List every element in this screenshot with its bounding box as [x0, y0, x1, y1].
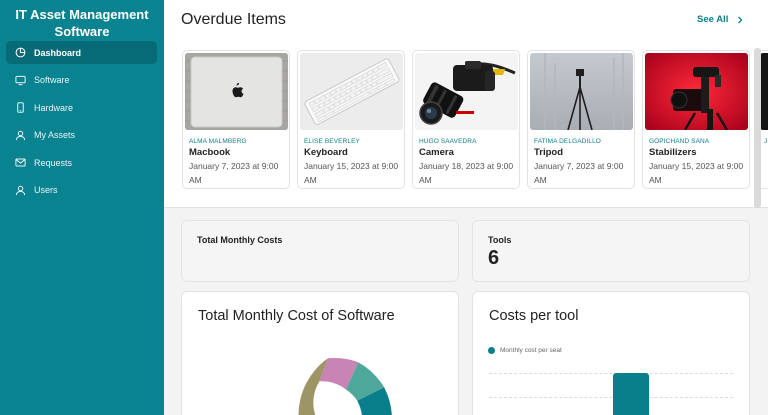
- sidebar-item-hardware[interactable]: Hardware: [6, 96, 157, 119]
- gridline: [489, 397, 733, 398]
- sidebar-item-label: My Assets: [34, 130, 76, 140]
- chevron-right-icon: [738, 16, 743, 23]
- card-date: January 7, 2023 at 9:00 AM: [189, 161, 279, 185]
- card-user: GOPICHAND SANA: [649, 138, 710, 145]
- stabilizer-image: [645, 53, 748, 130]
- tripod-image: [530, 53, 633, 130]
- card-item-name: Tripod: [534, 147, 564, 158]
- tools-panel: Tools 6: [472, 220, 750, 282]
- card-date: January 15, 2023 at 9:00 AM: [304, 161, 399, 185]
- legend-swatch: [488, 347, 495, 354]
- overdue-card[interactable]: FATIMA DELGADILLO Tripod January 7, 2023…: [527, 50, 635, 189]
- costs-per-tool-panel: Costs per tool Monthly cost per seat: [472, 291, 750, 415]
- overdue-items-title: Overdue Items: [181, 11, 286, 28]
- donut-chart: [298, 357, 392, 415]
- sidebar-item-label: Requests: [34, 157, 73, 168]
- app-title: IT Asset Management Software: [15, 7, 149, 39]
- item-image: [760, 53, 768, 130]
- card-item-name: Keyboard: [304, 147, 348, 158]
- gridline: [489, 373, 733, 374]
- sidebar-item-label: Hardware: [34, 102, 74, 113]
- overdue-card[interactable]: HUGO SAAVEDRA Camera January 18, 2023 at…: [412, 50, 520, 189]
- tools-label: Tools: [488, 235, 512, 245]
- camera-image: [415, 53, 518, 130]
- chart-bar: [613, 373, 649, 415]
- chart-legend: Monthly cost per seat: [488, 347, 562, 354]
- keyboard-image: [300, 53, 403, 130]
- card-item-name: Macbook: [189, 147, 231, 158]
- sidebar-item-label: Software: [34, 75, 70, 85]
- users-icon: [15, 185, 26, 195]
- overdue-card[interactable]: ALMA MALMBERG Macbook January 7, 2023 at…: [182, 50, 290, 189]
- software-cost-panel: Total Monthly Cost of Software: [181, 291, 459, 415]
- card-item-name: Camera: [419, 147, 454, 158]
- overdue-items-section: Overdue Items See All ALMA MALMBERG Macb…: [164, 0, 768, 208]
- see-all-link[interactable]: See All: [697, 14, 744, 25]
- sidebar: IT Asset Management Software Dashboard S…: [0, 0, 164, 415]
- main-content: Overdue Items See All ALMA MALMBERG Macb…: [164, 0, 768, 415]
- card-user: J: [764, 138, 768, 145]
- total-monthly-costs-label: Total Monthly Costs: [197, 235, 283, 245]
- card-user: ELISE BEVERLEY: [304, 138, 360, 145]
- sidebar-item-users[interactable]: Users: [6, 179, 157, 202]
- user-icon: [15, 130, 26, 140]
- sidebar-item-label: Users: [34, 185, 58, 195]
- overdue-cards: ALMA MALMBERG Macbook January 7, 2023 at…: [182, 50, 768, 190]
- phone-icon: [17, 102, 24, 113]
- sidebar-nav: Dashboard Software Hardware My Assets Re…: [6, 41, 157, 206]
- overdue-card[interactable]: GOPICHAND SANA Stabilizers January 15, 2…: [642, 50, 750, 189]
- sidebar-item-label: Dashboard: [34, 47, 82, 58]
- scrollbar-thumb[interactable]: [754, 48, 761, 208]
- tools-count: 6: [488, 247, 500, 269]
- donut-segment-1: [298, 358, 328, 415]
- card-user: ALMA MALMBERG: [189, 138, 247, 145]
- card-user: FATIMA DELGADILLO: [534, 138, 601, 145]
- dashboard-icon: [15, 47, 26, 58]
- sidebar-item-my-assets[interactable]: My Assets: [6, 124, 157, 147]
- sidebar-item-software[interactable]: Software: [6, 69, 157, 92]
- total-monthly-costs-panel: Total Monthly Costs: [181, 220, 459, 282]
- sidebar-item-dashboard[interactable]: Dashboard: [6, 41, 157, 64]
- sidebar-item-requests[interactable]: Requests: [6, 151, 157, 174]
- overdue-card[interactable]: ELISE BEVERLEY Keyboard January 15, 2023…: [297, 50, 405, 189]
- monitor-icon: [15, 75, 26, 85]
- card-item-name: Stabilizers: [649, 147, 697, 158]
- see-all-label: See All: [697, 14, 729, 25]
- legend-label: Monthly cost per seat: [500, 347, 562, 354]
- card-user: HUGO SAAVEDRA: [419, 138, 477, 145]
- costs-per-tool-title: Costs per tool: [489, 308, 579, 324]
- card-date: January 7, 2023 at 9:00 AM: [534, 161, 624, 185]
- card-date: January 15, 2023 at 9:00 AM: [649, 161, 744, 185]
- card-date: January 18, 2023 at 9:00 AM: [419, 161, 514, 185]
- mail-icon: [15, 158, 26, 167]
- laptop-image: [185, 53, 288, 130]
